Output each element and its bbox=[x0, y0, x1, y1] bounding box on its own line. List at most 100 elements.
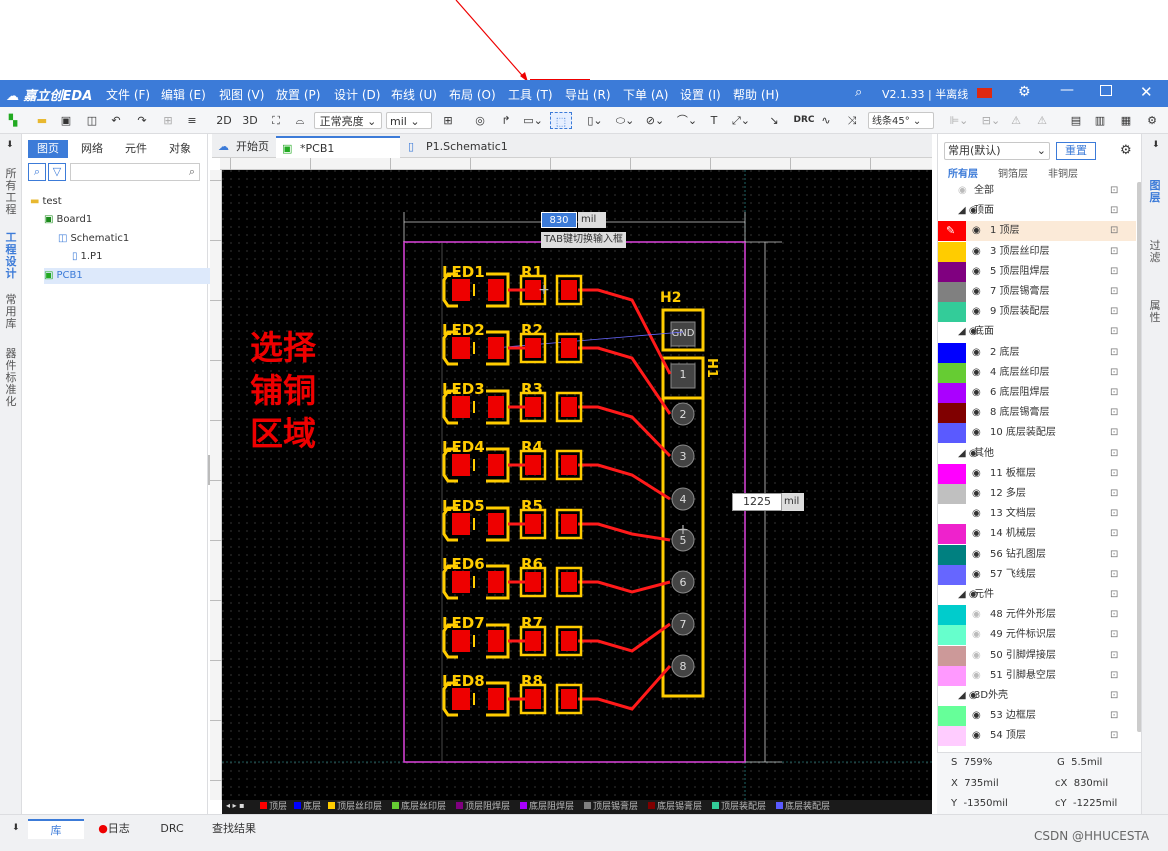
tree-item[interactable]: ◫ Schematic1 bbox=[58, 231, 129, 247]
eye-icon[interactable]: ◉ bbox=[972, 282, 981, 302]
layer-row[interactable]: ◉ 7 顶层锡膏层 ⊡ bbox=[938, 282, 1136, 302]
lock-icon[interactable]: ⊡ bbox=[1110, 181, 1118, 201]
layer-bar-arrows[interactable]: ◂ ▸ ▪ bbox=[226, 801, 245, 810]
layer-preset-select[interactable]: 常用(默认) ⌄ bbox=[944, 142, 1050, 160]
layer-row[interactable]: ◉ 5 顶层阻焊层 ⊡ bbox=[938, 261, 1136, 282]
tab-all-projects[interactable]: 所有工程 bbox=[0, 168, 22, 216]
pin-icon[interactable]: ⬇ bbox=[1152, 140, 1160, 150]
layer-row[interactable]: ◉ 14 机械层 ⊡ bbox=[938, 524, 1136, 545]
eye-icon[interactable]: ◉ bbox=[972, 565, 981, 585]
maximize-icon[interactable] bbox=[1100, 85, 1112, 96]
distribute-icon[interactable]: ⊟⌄ bbox=[980, 112, 1002, 129]
lock-icon[interactable]: ⊡ bbox=[1110, 221, 1118, 241]
lock-icon[interactable]: ⊡ bbox=[1110, 464, 1118, 484]
tab-pcb1[interactable]: ▣ *PCB1 bbox=[276, 136, 400, 158]
menu-item[interactable]: 放置 (P) bbox=[276, 86, 320, 103]
lock-icon[interactable]: ⊡ bbox=[1110, 444, 1118, 464]
layer-bar-item[interactable]: 顶层锡膏层 bbox=[584, 801, 638, 813]
height-input[interactable]: 1225 bbox=[732, 493, 782, 511]
layer-row[interactable]: ◉ 57 飞线层 ⊡ bbox=[938, 564, 1136, 585]
tab-common-library[interactable]: 常用库 bbox=[0, 294, 22, 330]
layer-bar-item[interactable]: 底层锡膏层 bbox=[648, 801, 702, 813]
eye-icon[interactable]: ◉ bbox=[972, 221, 981, 241]
target-icon[interactable]: ◎ bbox=[472, 112, 488, 129]
tab-library[interactable]: 库 bbox=[28, 819, 84, 839]
tree-item[interactable]: ▬ test bbox=[30, 194, 62, 210]
lock-icon[interactable]: ⊡ bbox=[1110, 686, 1118, 706]
tab-pages[interactable]: 图页 bbox=[28, 140, 68, 158]
tab-filter[interactable]: 过滤 bbox=[1144, 240, 1166, 264]
lock-icon[interactable]: ⊡ bbox=[1110, 706, 1118, 726]
pcb-canvas[interactable]: H2 H1 GND 1 2 3 4 5 6 7 8 LED1 R1 LED2 R2 LED3 R3 LED4 R4 L… bbox=[222, 170, 932, 800]
layer-bar-item[interactable]: 底层 bbox=[294, 801, 321, 813]
tab-nets[interactable]: 网络 bbox=[72, 140, 112, 158]
view-3d-button[interactable]: 3D bbox=[240, 112, 260, 129]
menu-item[interactable]: 布局 (O) bbox=[449, 86, 496, 103]
eye-icon[interactable]: ◉ bbox=[972, 706, 981, 726]
layer-bar-item[interactable]: 底层阻焊层 bbox=[520, 801, 574, 813]
menu-item[interactable]: 布线 (U) bbox=[391, 86, 437, 103]
undo-icon[interactable]: ↶ bbox=[108, 112, 124, 129]
tab-schematic[interactable]: ▯ P1.Schematic1 bbox=[402, 136, 532, 158]
reset-button[interactable]: 重置 bbox=[1056, 142, 1096, 160]
eye-icon[interactable]: ◉ bbox=[972, 383, 981, 403]
search-icon[interactable]: ⌕ bbox=[28, 163, 46, 181]
lock-icon[interactable]: ⊡ bbox=[1110, 201, 1118, 221]
lock-icon[interactable]: ⊡ bbox=[1110, 302, 1118, 322]
layer-row[interactable]: ◉ 49 元件标识层 ⊡ bbox=[938, 625, 1136, 646]
fanout-icon[interactable]: ⤨ bbox=[844, 112, 860, 129]
flip-icon[interactable]: ⚠ bbox=[1008, 112, 1024, 129]
layer-bar-item[interactable]: 顶层丝印层 bbox=[328, 801, 382, 813]
lock-icon[interactable]: ⊡ bbox=[1110, 504, 1118, 524]
grid-settings-icon[interactable]: ⊞ bbox=[440, 112, 456, 129]
close-icon[interactable]: ✕ bbox=[1140, 83, 1153, 101]
circle-slash-icon[interactable]: ⊘⌄ bbox=[644, 112, 666, 129]
layer-row[interactable]: ◢ ◉ 底面 ⊡ bbox=[938, 322, 1136, 342]
route-icon[interactable]: ↘ bbox=[766, 112, 782, 129]
doc3-icon[interactable]: ▦ bbox=[1118, 112, 1134, 129]
menu-item[interactable]: 下单 (A) bbox=[623, 86, 668, 103]
drc-button[interactable]: DRC bbox=[792, 112, 816, 129]
layer-bar-item[interactable]: 顶层装配层 bbox=[712, 801, 766, 813]
tab-properties[interactable]: 属性 bbox=[1144, 300, 1166, 324]
layer-row[interactable]: ◢ ◉ 3D外壳 ⊡ bbox=[938, 686, 1136, 706]
tab-non-copper-layers[interactable]: 非铜层 bbox=[1048, 165, 1078, 180]
unit-select[interactable]: mil ⌄ bbox=[386, 112, 432, 129]
menu-item[interactable]: 编辑 (E) bbox=[161, 86, 206, 103]
layer-row[interactable]: ◉ 48 元件外形层 ⊡ bbox=[938, 605, 1136, 626]
eye-icon[interactable]: ◉ bbox=[972, 464, 981, 484]
eye-icon[interactable]: ◉ bbox=[958, 181, 967, 201]
menu-item[interactable]: 设计 (D) bbox=[334, 86, 380, 103]
menu-item[interactable]: 文件 (F) bbox=[106, 86, 150, 103]
tab-start-page[interactable]: ☁ 开始页 bbox=[212, 136, 274, 158]
dimension-icon[interactable]: ⤢⌄ bbox=[730, 112, 752, 129]
redo-icon[interactable]: ↷ bbox=[134, 112, 150, 129]
layer-bar-item[interactable]: 底层装配层 bbox=[776, 801, 830, 813]
eye-icon[interactable]: ◉ bbox=[972, 625, 981, 645]
lock-icon[interactable]: ⊡ bbox=[1110, 666, 1118, 686]
view-2d-button[interactable]: 2D bbox=[214, 112, 234, 129]
lock-icon[interactable]: ⊡ bbox=[1110, 262, 1118, 282]
tab-log[interactable]: ●日志 bbox=[86, 819, 142, 839]
copper-area-icon[interactable]: ⬚ bbox=[550, 112, 572, 129]
layer-row[interactable]: ◉ 54 顶层 ⊡ bbox=[938, 726, 1136, 747]
eye-icon[interactable]: ◉ bbox=[972, 484, 981, 504]
tree-item[interactable]: ▣ PCB1 bbox=[44, 268, 220, 284]
lock-icon[interactable]: ⊡ bbox=[1110, 524, 1118, 544]
lock-icon[interactable]: ⊡ bbox=[1110, 282, 1118, 302]
tab-components[interactable]: 元件 bbox=[116, 140, 156, 158]
folder-icon[interactable]: ▬ bbox=[34, 112, 50, 129]
new-icon[interactable]: ▚ bbox=[4, 112, 22, 129]
eye-icon[interactable]: ◉ bbox=[972, 363, 981, 383]
layer-row[interactable]: ◢ ◉ 元件 ⊡ bbox=[938, 585, 1136, 605]
layer-row[interactable]: ◉ 13 文档层 ⊡ bbox=[938, 504, 1136, 525]
eye-icon[interactable]: ◉ bbox=[972, 242, 981, 262]
tab-copper-layers[interactable]: 铜箔层 bbox=[998, 165, 1028, 180]
filter-icon[interactable]: ▽ bbox=[48, 163, 66, 181]
grid-icon[interactable]: ⊞ bbox=[160, 112, 176, 129]
doc-icon[interactable]: ▤ bbox=[1068, 112, 1084, 129]
layer-row[interactable]: ◉ 11 板框层 ⊡ bbox=[938, 463, 1136, 484]
text-icon[interactable]: T bbox=[706, 112, 722, 129]
tab-drc[interactable]: DRC bbox=[144, 819, 200, 839]
tab-device-standard[interactable]: 器件标准化 bbox=[0, 348, 22, 408]
